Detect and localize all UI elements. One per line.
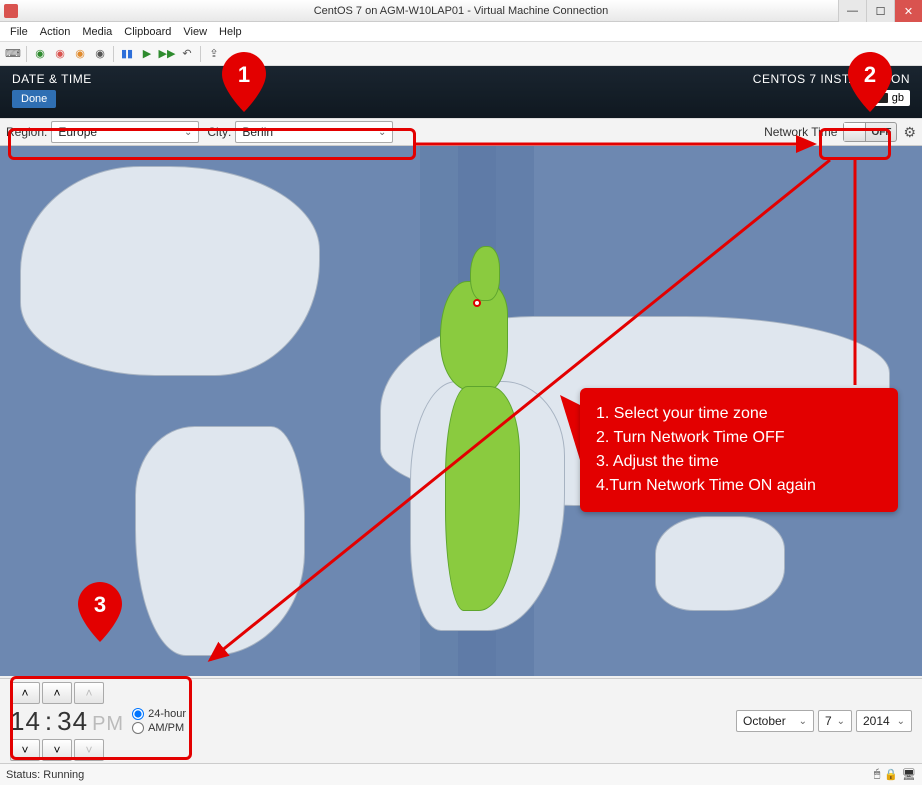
vm-toolbar: ⌨ ◉ ◉ ◉ ◉ ▮▮ ▶ ▶▶ ↶ ⇪ [0, 42, 922, 66]
start-icon[interactable]: ◉ [31, 45, 49, 63]
chevron-down-icon: ⌄ [837, 716, 845, 727]
close-button[interactable]: ✕ [894, 0, 922, 22]
menu-action[interactable]: Action [34, 26, 77, 38]
share-icon[interactable]: ⇪ [205, 45, 223, 63]
app-icon [4, 4, 18, 18]
lock-icon: 🔒 [884, 768, 898, 781]
city-combo[interactable]: Berlin ⌄ [235, 121, 393, 143]
radio-24hour-input[interactable] [132, 708, 144, 720]
timezone-filter-bar: Region: Europe ⌄ City: Berlin ⌄ Network … [0, 118, 922, 146]
month-combo[interactable]: October⌄ [736, 710, 814, 732]
keyboard-layout-label: gb [892, 92, 904, 104]
city-label: City: [207, 125, 235, 139]
region-label: Region: [6, 125, 51, 139]
ampm-value: PM [92, 713, 124, 736]
menu-clipboard[interactable]: Clipboard [118, 26, 177, 38]
time-format-radios: 24-hour AM/PM [132, 708, 186, 734]
ampm-up-button: ˄ [74, 682, 104, 704]
page-title: DATE & TIME [12, 72, 92, 86]
hours-value: 14 [10, 706, 41, 737]
menu-file[interactable]: File [4, 26, 34, 38]
minutes-up-button[interactable]: ˄ [42, 682, 72, 704]
radio-24hour[interactable]: 24-hour [132, 708, 186, 720]
network-time-value: OFF [866, 127, 896, 138]
date-picker: October⌄ 7⌄ 2014⌄ [736, 710, 912, 732]
done-button[interactable]: Done [12, 90, 56, 108]
vm-status-bar: Status: Running 🖱 🔒 🖥 [0, 763, 922, 785]
region-combo[interactable]: Europe ⌄ [51, 121, 199, 143]
hours-up-button[interactable]: ˄ [10, 682, 40, 704]
window-title: CentOS 7 on AGM-W10LAP01 - Virtual Machi… [314, 5, 609, 17]
revert-icon[interactable]: ↶ [178, 45, 196, 63]
selected-city-marker [473, 299, 481, 307]
status-text: Status: Running [6, 769, 84, 781]
city-value: Berlin [242, 125, 273, 139]
keyboard-layout-indicator[interactable]: gb [870, 90, 910, 106]
time-date-bar: ˄ ˄ ˄ 14:34 PM ˅ ˅ ˅ 24-hour AM/PM Octob… [0, 678, 922, 763]
chevron-down-icon: ⌄ [799, 716, 807, 727]
day-combo[interactable]: 7⌄ [818, 710, 852, 732]
hours-down-button[interactable]: ˅ [10, 739, 40, 761]
reset-icon[interactable]: ▶ [138, 45, 156, 63]
minimize-button[interactable]: — [838, 0, 866, 22]
ampm-down-button: ˅ [74, 739, 104, 761]
year-combo[interactable]: 2014⌄ [856, 710, 912, 732]
network-time-switch[interactable]: OFF [843, 122, 897, 142]
keyboard-icon [876, 93, 888, 103]
region-value: Europe [58, 125, 97, 139]
annotation-callout: 1. Select your time zone 2. Turn Network… [580, 388, 898, 512]
chevron-down-icon: ⌄ [897, 716, 905, 727]
window-titlebar: CentOS 7 on AGM-W10LAP01 - Virtual Machi… [0, 0, 922, 22]
gear-icon[interactable]: ⚙ [903, 124, 916, 141]
chevron-down-icon: ⌄ [184, 127, 192, 138]
ctrl-alt-del-icon[interactable]: ⌨ [4, 45, 22, 63]
mouse-icon: 🖱 [874, 768, 881, 781]
minutes-down-button[interactable]: ˅ [42, 739, 72, 761]
menu-help[interactable]: Help [213, 26, 248, 38]
installer-header: DATE & TIME Done CENTOS 7 INSTALLATION g… [0, 66, 922, 118]
installer-title: CENTOS 7 INSTALLATION [753, 72, 910, 86]
pause-icon[interactable]: ▮▮ [118, 45, 136, 63]
minutes-value: 34 [57, 706, 88, 737]
display-icon: 🖥 [902, 768, 916, 781]
time-editor: ˄ ˄ ˄ 14:34 PM ˅ ˅ ˅ 24-hour AM/PM [10, 682, 186, 761]
menubar: File Action Media Clipboard View Help [0, 22, 922, 42]
radio-ampm[interactable]: AM/PM [132, 722, 186, 734]
turnoff-icon[interactable]: ◉ [51, 45, 69, 63]
chevron-down-icon: ⌄ [378, 127, 386, 138]
maximize-button[interactable]: ☐ [866, 0, 894, 22]
snapshot-icon[interactable]: ▶▶ [158, 45, 176, 63]
time-display: 14:34 PM [10, 706, 124, 737]
menu-media[interactable]: Media [76, 26, 118, 38]
network-time-label: Network Time [764, 125, 837, 139]
shutdown-icon[interactable]: ◉ [71, 45, 89, 63]
radio-ampm-input[interactable] [132, 722, 144, 734]
menu-view[interactable]: View [177, 26, 213, 38]
save-icon[interactable]: ◉ [91, 45, 109, 63]
